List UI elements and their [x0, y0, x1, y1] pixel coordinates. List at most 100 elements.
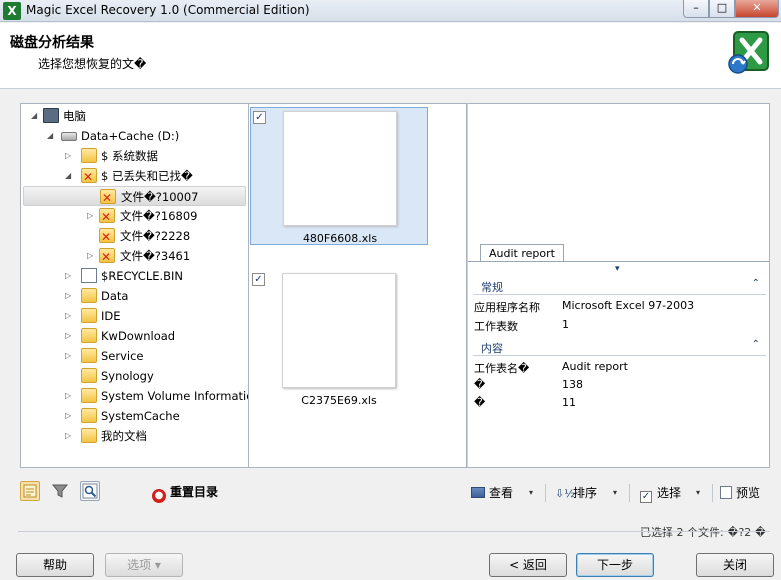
file-checkbox[interactable]: ✓: [253, 111, 266, 124]
page-subtitle: 选择您想恢复的文�: [38, 57, 147, 71]
tree-item-kwdownload[interactable]: ▷ KwDownload: [61, 326, 246, 346]
prop-name: 工作表名�: [474, 362, 530, 375]
properties-content: ▾ 常规 ⌃ 应用程序名称 Microsoft Excel 97-2003 工作…: [468, 262, 769, 467]
drive-icon: [61, 132, 77, 141]
tree-expand-icon[interactable]: ◢: [47, 126, 57, 146]
tab-audit-report[interactable]: Audit report: [480, 244, 564, 262]
tree-item-folder-2228[interactable]: 文件�?2228: [83, 226, 246, 247]
reset-label: 重置目录: [170, 485, 219, 499]
tree-item-system-data[interactable]: ▷ $ 系统数据: [61, 146, 246, 166]
collapse-caret-icon[interactable]: ⌃: [752, 278, 760, 289]
prop-name: 应用程序名称: [474, 301, 540, 314]
tree-item-label: $ 系统数据: [101, 149, 158, 163]
tree-expand-icon[interactable]: ▷: [65, 306, 75, 326]
tree-item-label: 文件�?16809: [120, 209, 198, 223]
tree-item-folder-3461[interactable]: ▷ 文件�?3461: [83, 246, 246, 267]
options-button[interactable]: 选项 ▾: [105, 553, 183, 577]
tree-expand-icon[interactable]: ▷: [65, 406, 75, 426]
tree-item-label: System Volume Information: [101, 389, 249, 403]
file-grid[interactable]: ✓ 480F6608.xls ✓ C2375E69.xls: [249, 103, 467, 468]
tree-expand-icon[interactable]: ▷: [87, 246, 97, 266]
tree-item-synology[interactable]: Synology: [61, 366, 246, 386]
tree-item-label: 电脑: [63, 109, 86, 123]
tree-item-folder-16809[interactable]: ▷ 文件�?16809: [83, 206, 246, 227]
tree-expand-icon[interactable]: ▷: [65, 266, 75, 286]
filter-button[interactable]: [50, 481, 70, 501]
file-card-480f6608[interactable]: ✓ 480F6608.xls: [250, 107, 428, 245]
help-button[interactable]: 帮助: [16, 553, 94, 577]
window-title: Magic Excel Recovery 1.0 (Commercial Edi…: [26, 3, 310, 17]
prop-value: Audit report: [562, 360, 628, 373]
search-button[interactable]: [80, 481, 100, 501]
tree-item-system-volume-information[interactable]: ▷ System Volume Information: [61, 386, 249, 406]
file-checkbox[interactable]: ✓: [252, 273, 265, 286]
tree-item-folder-10007[interactable]: 文件�?10007: [23, 186, 246, 208]
collapse-marker-icon[interactable]: ▾: [615, 264, 620, 274]
sort-icon: ⇩½: [555, 487, 575, 500]
select-dropdown-icon[interactable]: ▾: [696, 482, 700, 504]
tree-item-label: 文件�?3461: [120, 249, 191, 263]
preview-label: 预览: [736, 486, 761, 500]
tree-expand-icon[interactable]: ▷: [65, 326, 75, 346]
tree-expand-icon[interactable]: ▷: [65, 386, 75, 406]
computer-icon: [43, 108, 59, 123]
search-icon: [82, 483, 98, 499]
back-button[interactable]: < 返回: [489, 553, 567, 577]
group-general[interactable]: 常规 ⌃: [473, 278, 766, 295]
group-content[interactable]: 内容 ⌃: [473, 339, 766, 356]
close-button[interactable]: 关闭: [696, 553, 774, 577]
checkbox-icon: ✓: [640, 491, 652, 503]
minimize-button[interactable]: –: [683, 0, 709, 18]
tree-expand-icon[interactable]: ▷: [87, 206, 97, 226]
tree-item-service[interactable]: ▷ Service: [61, 346, 246, 366]
tree-expand-icon[interactable]: ▷: [65, 426, 75, 446]
sort-button[interactable]: ⇩½排序: [555, 482, 597, 504]
folder-tree[interactable]: ◢ 电脑 ◢ Data+Cache (D:) ▷ $ 系统数据 ◢ $ 已丢失和…: [20, 103, 249, 468]
close-window-button[interactable]: ✕: [735, 0, 779, 18]
preview-button[interactable]: 预览: [720, 482, 760, 504]
tree-expand-icon[interactable]: ▷: [65, 286, 75, 306]
tree-expand-icon[interactable]: ◢: [31, 106, 41, 126]
reset-directory-button[interactable]: ● 重置目录: [152, 481, 218, 503]
collapse-caret-icon[interactable]: ⌃: [752, 339, 760, 350]
toolbar-separator: [629, 484, 630, 502]
tree-expand-icon[interactable]: ◢: [65, 166, 75, 186]
file-thumbnail: [283, 111, 397, 226]
select-button[interactable]: ✓ 选择: [640, 482, 681, 504]
tree-item-label: Synology: [101, 369, 154, 383]
toolbar-separator: [545, 484, 546, 502]
tree-item-label: KwDownload: [101, 329, 176, 343]
select-label: 选择: [657, 486, 682, 500]
file-card-c2375e69[interactable]: ✓ C2375E69.xls: [250, 270, 428, 408]
tree-item-computer[interactable]: ◢ 电脑: [29, 106, 244, 126]
tree-item-ide[interactable]: ▷ IDE: [61, 306, 246, 326]
tree-item-label: $RECYCLE.BIN: [101, 269, 184, 283]
tree-expand-icon[interactable]: ▷: [65, 146, 75, 166]
view-button[interactable]: 查看: [471, 482, 513, 504]
file-thumbnail: [282, 273, 396, 388]
folder-deleted-icon: [99, 247, 115, 267]
toolbar-separator: [712, 484, 713, 502]
folder-icon: [81, 288, 97, 303]
tree-item-drive-d[interactable]: ◢ Data+Cache (D:): [43, 126, 243, 146]
notes-icon: [23, 484, 37, 498]
tree-item-recycle-bin[interactable]: ▷ $RECYCLE.BIN: [61, 266, 246, 286]
tree-expand-icon[interactable]: ▷: [65, 346, 75, 366]
maximize-button[interactable]: □: [709, 0, 735, 18]
prop-value: Microsoft Excel 97-2003: [562, 299, 695, 312]
tree-item-label: 文件�?10007: [121, 190, 199, 204]
notes-view-button[interactable]: [20, 481, 40, 501]
tree-item-lost-found[interactable]: ◢ $ 已丢失和已找�: [61, 166, 246, 187]
folder-deleted-icon: [99, 227, 115, 247]
tree-item-systemcache[interactable]: ▷ SystemCache: [61, 406, 246, 426]
file-name: C2375E69.xls: [301, 394, 377, 407]
sort-dropdown-icon[interactable]: ▾: [613, 482, 617, 504]
prop-name: �: [474, 378, 486, 391]
view-dropdown-icon[interactable]: ▾: [529, 482, 533, 504]
tree-item-my-documents[interactable]: ▷ 我的文档: [61, 426, 246, 446]
tree-item-data[interactable]: ▷ Data: [61, 286, 246, 306]
filter-icon: [51, 484, 69, 498]
next-button[interactable]: 下一步: [576, 553, 654, 577]
tree-item-label: Data: [101, 289, 129, 303]
view-label: 查看: [489, 486, 514, 500]
